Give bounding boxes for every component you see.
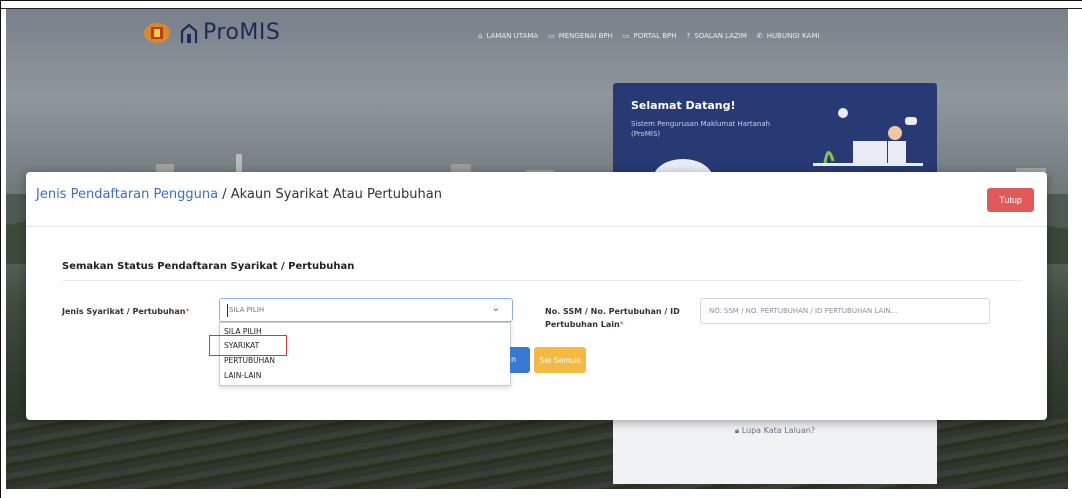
registration-modal: Jenis Pendaftaran Pengguna / Akaun Syari… <box>26 172 1047 420</box>
company-type-selected-value: SILA PILIH <box>229 306 265 314</box>
monitor-icon: ▭ <box>548 32 555 40</box>
reset-button[interactable]: Set Semula <box>534 347 586 373</box>
dropdown-option-lain-lain[interactable]: LAIN-LAIN <box>224 371 261 380</box>
breadcrumb-current: Akaun Syarikat Atau Pertubuhan <box>230 187 442 202</box>
crest-icon <box>144 23 170 43</box>
nav-label: MENGENAI BPH <box>558 32 613 40</box>
welcome-subtitle: Sistem Pengurusan Maklumat Hartanah (Pro… <box>631 120 771 138</box>
forgot-password-label: Lupa Kata Laluan? <box>741 426 816 435</box>
annotation-highlight-box <box>209 335 287 356</box>
breadcrumb-link-jenis-pendaftaran[interactable]: Jenis Pendaftaran Pengguna <box>36 187 218 202</box>
forgot-password-link[interactable]: 🔒︎ Lupa Kata Laluan? <box>613 426 937 436</box>
breadcrumb-separator: / <box>218 187 231 202</box>
registration-number-label: No. SSM / No. Pertubuhan / ID Pertubuhan… <box>545 307 680 329</box>
welcome-panel: Selamat Datang! Sistem Pengurusan Maklum… <box>613 83 937 199</box>
question-icon: ? <box>686 32 691 40</box>
nav-label: PORTAL BPH <box>633 32 677 40</box>
chevron-down-icon: ⌄ <box>491 303 500 314</box>
nav-item-soalan-lazim[interactable]: ? SOALAN LAZIM <box>687 32 747 40</box>
nav-menu: ⌂ LAMAN UTAMA ▭ MENGENAI BPH ▭ PORTAL BP… <box>478 32 819 40</box>
brand-name[interactable]: ProMIS <box>203 20 280 45</box>
search-button[interactable]: n <box>510 347 530 373</box>
registration-number-input[interactable] <box>700 298 990 324</box>
workspace-illustration-icon <box>813 108 923 166</box>
welcome-title: Selamat Datang! <box>631 99 736 112</box>
dropdown-option-pertubuhan[interactable]: PERTUBUHAN <box>224 356 275 365</box>
nav-label: HUBUNGI KAMI <box>766 32 820 40</box>
nav-item-portal-bph[interactable]: ▭ PORTAL BPH <box>623 32 677 40</box>
company-type-label: Jenis Syarikat / Pertubuhan* <box>62 307 190 316</box>
section-title: Semakan Status Pendaftaran Syarikat / Pe… <box>62 261 355 272</box>
lock-icon: 🔒︎ <box>734 426 742 435</box>
top-navbar: ProMIS ⌂ LAMAN UTAMA ▭ MENGENAI BPH ▭ PO… <box>140 18 940 58</box>
breadcrumb: Jenis Pendaftaran Pengguna / Akaun Syari… <box>36 187 442 202</box>
promis-logo-icon <box>180 23 198 43</box>
modal-header: Jenis Pendaftaran Pengguna / Akaun Syari… <box>26 172 1047 227</box>
nav-item-hubungi-kami[interactable]: ✆ HUBUNGI KAMI <box>757 32 820 40</box>
close-button[interactable]: Tutup <box>987 188 1034 212</box>
nav-label: SOALAN LAZIM <box>694 32 747 40</box>
monitor-icon: ▭ <box>622 32 630 40</box>
nav-item-laman-utama[interactable]: ⌂ LAMAN UTAMA <box>478 32 538 40</box>
nav-item-mengenai-bph[interactable]: ▭ MENGENAI BPH <box>548 32 613 40</box>
section-divider <box>62 280 1022 281</box>
company-type-select[interactable]: SILA PILIH ⌄ <box>219 298 513 322</box>
nav-label: LAMAN UTAMA <box>486 32 539 40</box>
home-icon: ⌂ <box>478 32 483 40</box>
text-cursor <box>227 304 228 317</box>
phone-icon: ✆ <box>756 32 763 40</box>
login-footer-panel: 🔒︎ Lupa Kata Laluan? <box>613 418 937 484</box>
